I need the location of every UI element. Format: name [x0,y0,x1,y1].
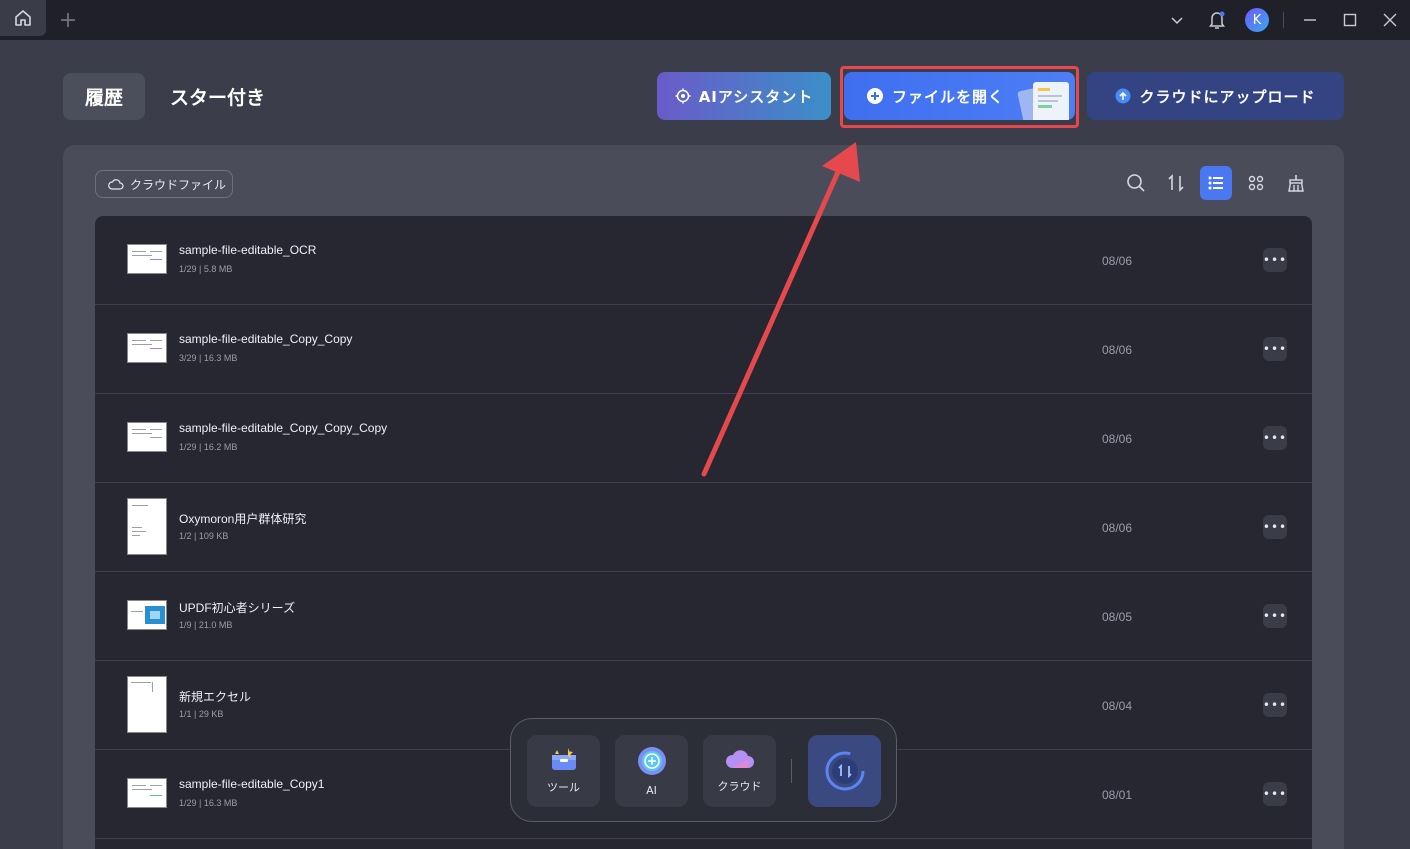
file-row[interactable]: Oxymoron用户群体研究 1/2 | 109 KB 08/06 ••• [95,483,1312,572]
dock-ai-button[interactable]: AI [615,735,688,807]
upload-icon [1115,88,1131,104]
file-meta: 1/29 | 5.8 MB [179,264,233,274]
file-thumbnail [127,676,167,733]
more-options-button[interactable]: ••• [1263,693,1287,717]
dock-cloud-button[interactable]: クラウド [703,735,776,807]
cloud-icon [108,179,124,190]
file-meta: 3/29 | 16.3 MB [179,353,238,363]
open-file-label: ファイルを開く [892,87,1005,106]
chevron-down-icon[interactable] [1157,0,1197,40]
file-date: 08/06 [1102,254,1133,268]
file-row[interactable]: sample-file-editable_Copy_Copy 3/29 | 16… [95,305,1312,394]
file-name: Oxymoron用户群体研究 [179,512,307,526]
upload-to-cloud-button[interactable]: クラウドにアップロード [1087,72,1344,120]
tab-history[interactable]: 履歴 [63,73,145,120]
file-meta: 1/1 | 29 KB [179,709,224,719]
close-icon[interactable] [1370,0,1410,40]
file-name: 新規エクセル [179,690,252,704]
file-date: 08/04 [1102,699,1133,713]
ai-orb-icon [637,746,666,775]
file-thumbnail [127,422,167,452]
avatar: K [1245,8,1269,32]
file-thumbnail [127,600,167,630]
more-options-button[interactable]: ••• [1263,337,1287,361]
file-meta: 1/29 | 16.3 MB [179,798,238,808]
file-date: 08/06 [1102,343,1133,357]
file-name: sample-file-editable_OCR [179,243,317,257]
more-options-button[interactable]: ••• [1263,604,1287,628]
file-name: UPDF初心者シリーズ [179,601,296,615]
more-options-button[interactable]: ••• [1263,782,1287,806]
titlebar-divider [1283,12,1284,28]
file-date: 08/06 [1102,432,1133,446]
clear-history-broom-icon[interactable] [1280,166,1312,200]
bell-icon[interactable] [1197,0,1237,40]
ai-assistant-button[interactable]: AIアシスタント [657,72,831,120]
more-options-button[interactable]: ••• [1263,248,1287,272]
ai-assistant-icon [675,88,691,104]
grid-view-icon[interactable] [1240,166,1272,200]
open-file-button[interactable]: ファイルを開く [844,72,1075,120]
upload-to-cloud-label: クラウドにアップロード [1139,87,1316,106]
dock-tools-label: ツール [547,781,580,794]
title-bar: + K [0,0,1410,40]
plus-circle-icon [867,88,883,104]
list-toolbar [1120,166,1312,200]
file-name: sample-file-editable_Copy_Copy [179,332,353,346]
file-thumbnail [127,244,167,274]
home-tab[interactable] [0,0,46,36]
more-options-button[interactable]: ••• [1263,515,1287,539]
cloud-files-label: クラウドファイル [130,177,227,192]
cloud-files-filter[interactable]: クラウドファイル [95,170,233,198]
home-icon [15,10,31,26]
file-date: 08/05 [1102,610,1133,624]
toolbox-icon [551,748,576,770]
file-name: sample-file-editable_Copy_Copy_Copy [179,421,388,435]
dock-convert-button[interactable] [808,735,881,807]
search-icon[interactable] [1120,166,1152,200]
sort-icon[interactable] [1160,166,1192,200]
new-tab-plus-icon[interactable]: + [56,6,80,34]
dock-divider [791,759,792,783]
bottom-dock: ツール AI クラウド [510,718,897,822]
cloud-icon [725,750,754,768]
file-meta: 1/29 | 16.2 MB [179,442,238,452]
minimize-icon[interactable] [1290,0,1330,40]
file-meta: 1/9 | 21.0 MB [179,620,233,630]
dock-cloud-label: クラウド [717,780,762,793]
file-row[interactable]: sample-file-editable_OCR 1/29 | 5.8 MB 0… [95,216,1312,305]
file-name: sample-file-editable_Copy1 [179,777,325,791]
file-thumbnail [127,333,167,363]
dock-tools-button[interactable]: ツール [527,735,600,807]
file-date: 08/01 [1102,788,1133,802]
convert-refresh-icon [825,751,864,791]
user-avatar-button[interactable]: K [1237,0,1277,40]
maximize-icon[interactable] [1330,0,1370,40]
list-view-icon[interactable] [1200,166,1232,200]
file-row[interactable]: sample-file-editable_Copy_Copy_Copy 1/29… [95,394,1312,483]
ai-assistant-label: AIアシスタント [698,87,814,106]
file-date: 08/06 [1102,521,1133,535]
documents-icon [1017,82,1069,120]
file-thumbnail [127,498,167,555]
file-row[interactable]: UPDF初心者シリーズ 1/9 | 21.0 MB 08/05 ••• [95,572,1312,661]
more-options-button[interactable]: ••• [1263,426,1287,450]
tab-starred[interactable]: スター付き [170,73,265,120]
dock-ai-label: AI [646,783,657,797]
file-meta: 1/2 | 109 KB [179,531,229,541]
file-thumbnail [127,778,167,808]
